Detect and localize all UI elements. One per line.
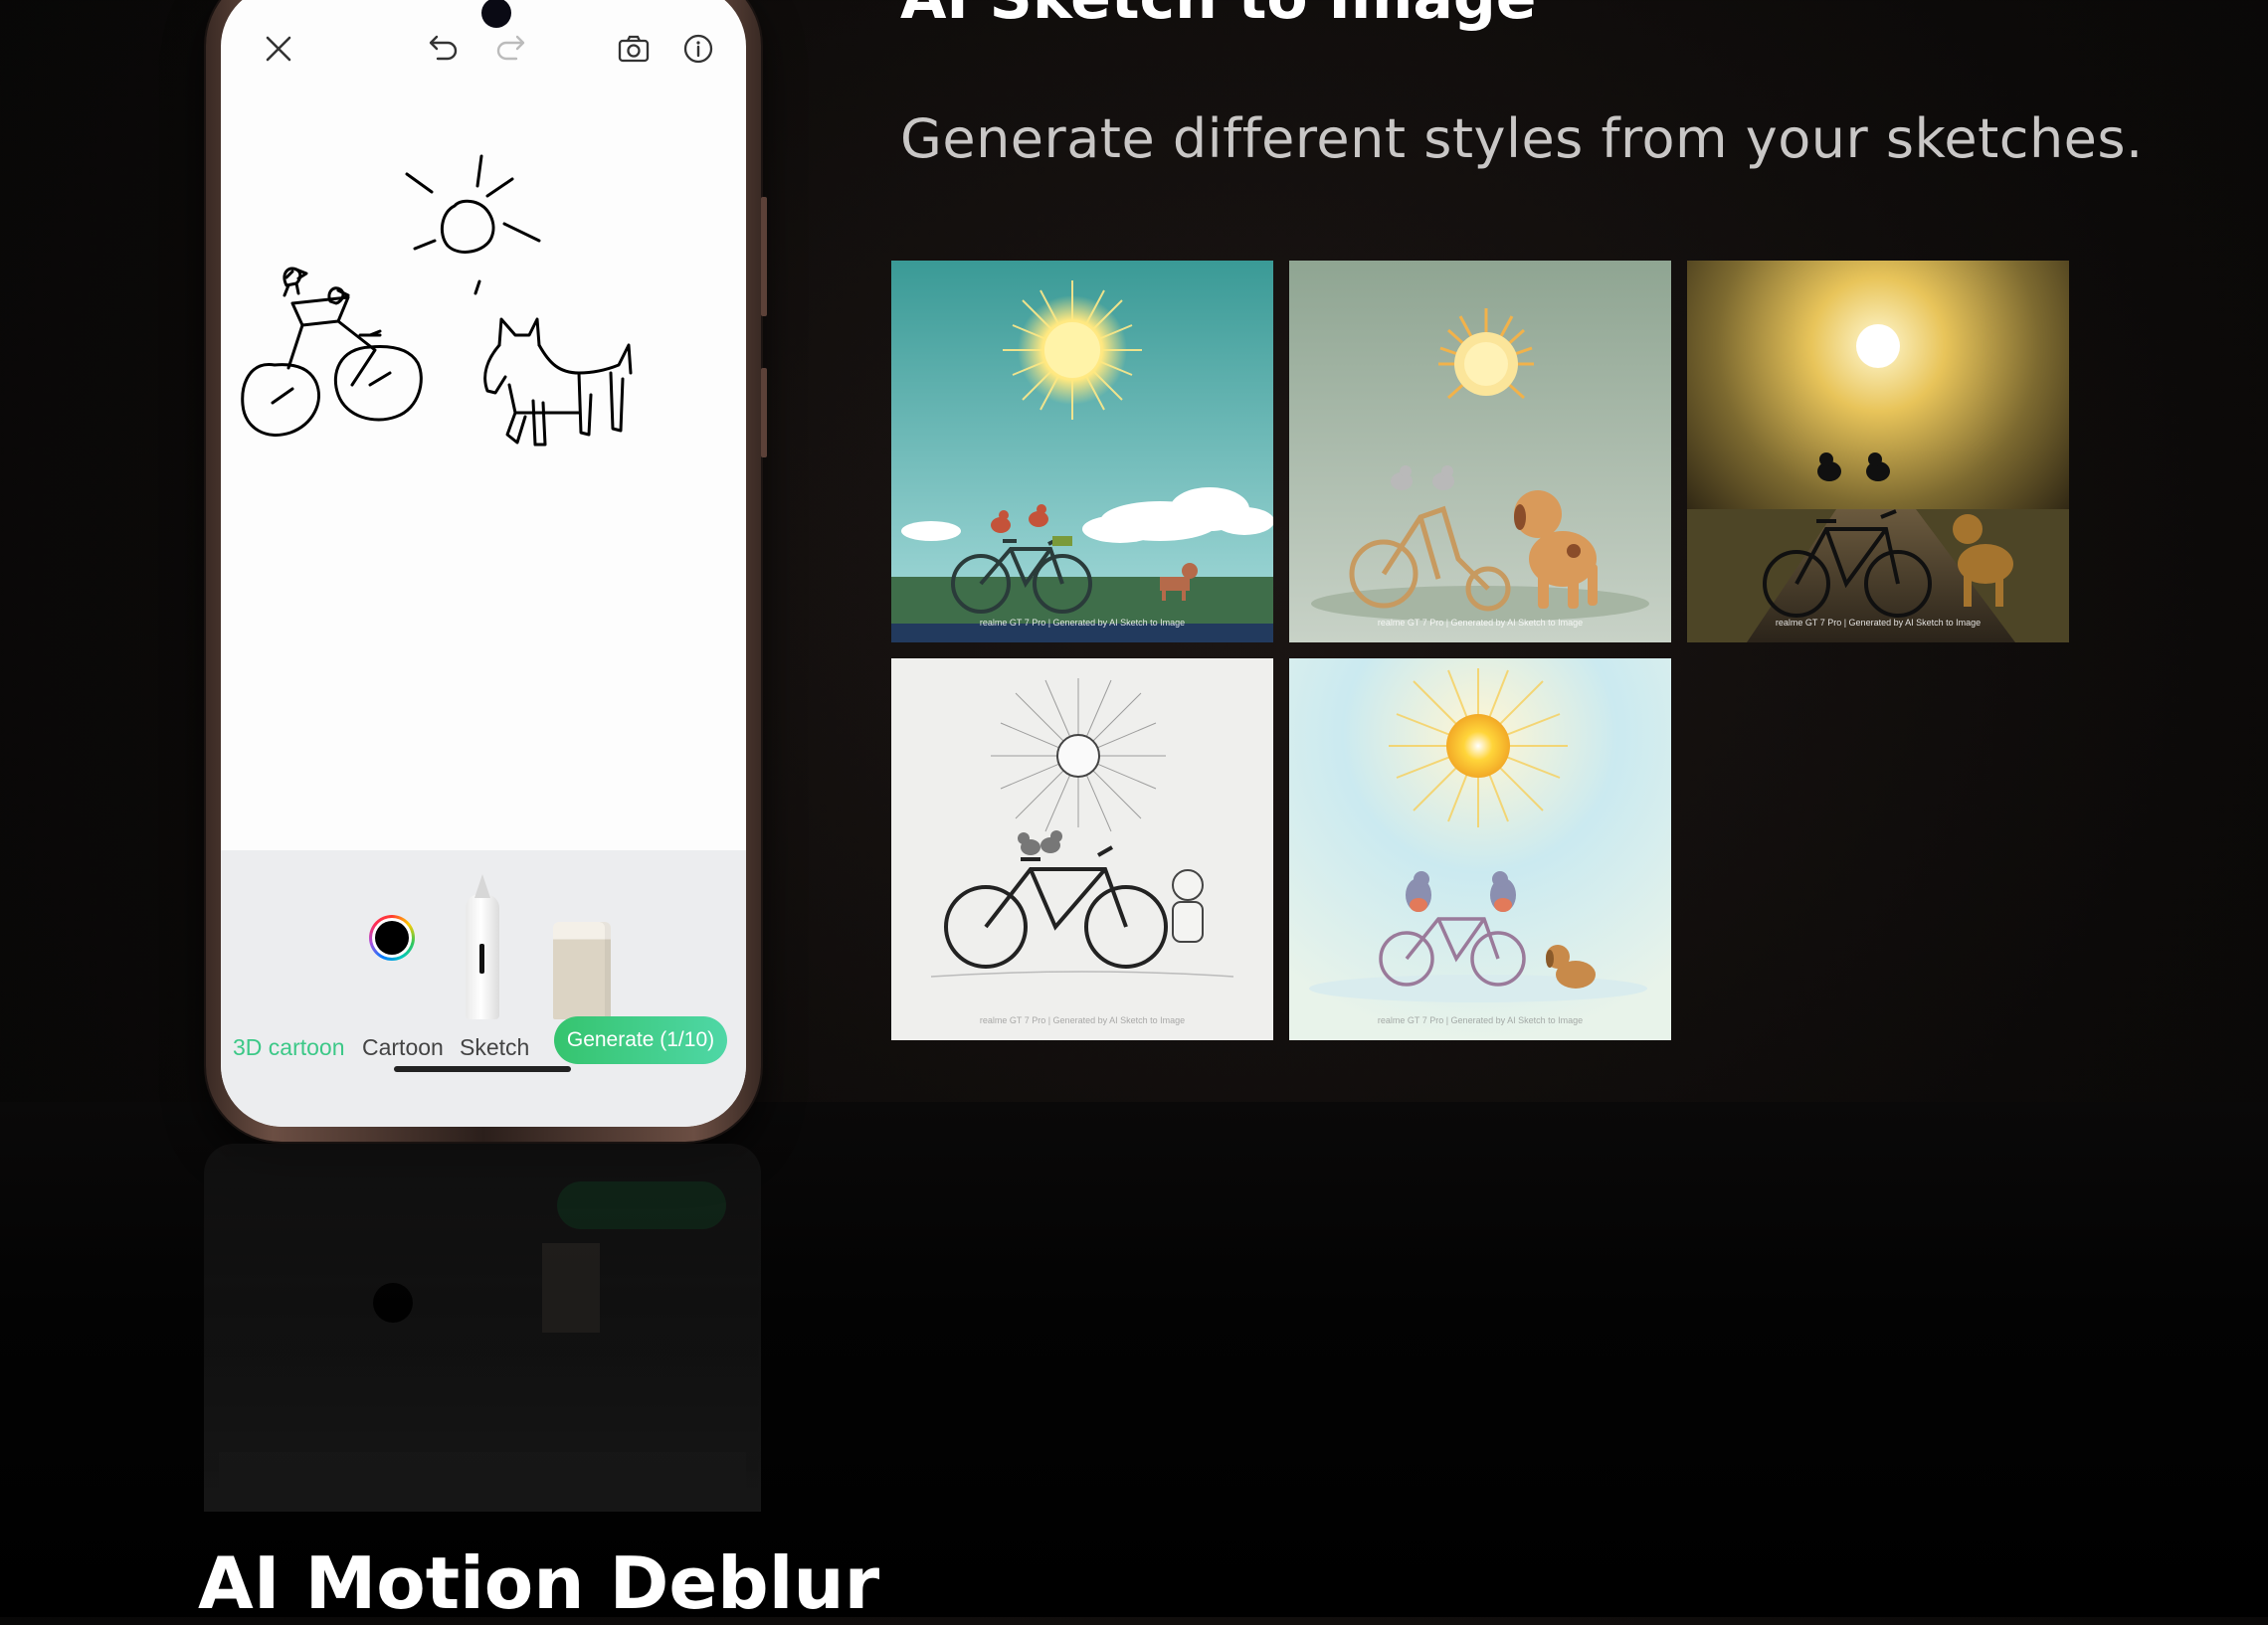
phone-mockup: 3D cartoon Cartoon Sketch Generate (1/10…	[206, 0, 767, 1142]
reflection-toolbar-shape	[219, 1452, 746, 1512]
generated-image-realistic[interactable]: realme GT 7 Pro | Generated by AI Sketch…	[1687, 261, 2069, 642]
camera-icon[interactable]	[614, 29, 654, 69]
watermark: realme GT 7 Pro | Generated by AI Sketch…	[979, 618, 1186, 628]
sketch-drawing	[241, 154, 633, 447]
front-camera	[481, 0, 511, 28]
generated-image-sketch[interactable]: realme GT 7 Pro | Generated by AI Sketch…	[891, 658, 1273, 1040]
next-section-heading: AI Motion Deblur	[198, 1541, 880, 1625]
phone-side-button	[761, 197, 767, 316]
reflection-color-shape	[373, 1283, 413, 1323]
color-picker[interactable]	[369, 915, 415, 961]
watermark: realme GT 7 Pro | Generated by AI Sketch…	[1377, 1015, 1584, 1025]
undo-icon[interactable]	[423, 29, 463, 69]
watermark: realme GT 7 Pro | Generated by AI Sketch…	[1775, 618, 1982, 628]
reflection-eraser-shape	[542, 1243, 600, 1333]
generated-image-cartoon[interactable]: realme GT 7 Pro | Generated by AI Sketch…	[1289, 261, 1671, 642]
watermark: realme GT 7 Pro | Generated by AI Sketch…	[1377, 618, 1584, 628]
home-indicator[interactable]	[394, 1066, 571, 1072]
style-option-3d-cartoon[interactable]: 3D cartoon	[233, 1034, 345, 1061]
info-icon[interactable]	[678, 29, 718, 69]
drawing-toolbar: 3D cartoon Cartoon Sketch Generate (1/10…	[221, 850, 746, 1127]
phone-side-button	[761, 368, 767, 457]
page-subtitle: Generate different styles from your sket…	[900, 107, 2144, 170]
phone-reflection	[204, 1144, 761, 1512]
page-title: AI Sketch to Image	[900, 0, 1536, 33]
close-icon[interactable]	[259, 29, 298, 69]
redo-icon[interactable]	[491, 29, 531, 69]
style-option-sketch[interactable]: Sketch	[460, 1034, 529, 1061]
generated-image-3d-cartoon[interactable]: realme GT 7 Pro | Generated by AI Sketch…	[891, 261, 1273, 642]
phone-screen: 3D cartoon Cartoon Sketch Generate (1/10…	[221, 0, 746, 1127]
reflection-generate-shape	[557, 1181, 726, 1229]
generated-image-watercolor[interactable]: realme GT 7 Pro | Generated by AI Sketch…	[1289, 658, 1671, 1040]
watermark: realme GT 7 Pro | Generated by AI Sketch…	[979, 1015, 1186, 1025]
eraser-tool[interactable]	[553, 922, 611, 1019]
style-option-cartoon[interactable]: Cartoon	[362, 1034, 444, 1061]
generate-button[interactable]: Generate (1/10)	[554, 1016, 727, 1064]
pen-tool[interactable]	[466, 874, 499, 1019]
sketch-canvas[interactable]	[221, 75, 746, 850]
